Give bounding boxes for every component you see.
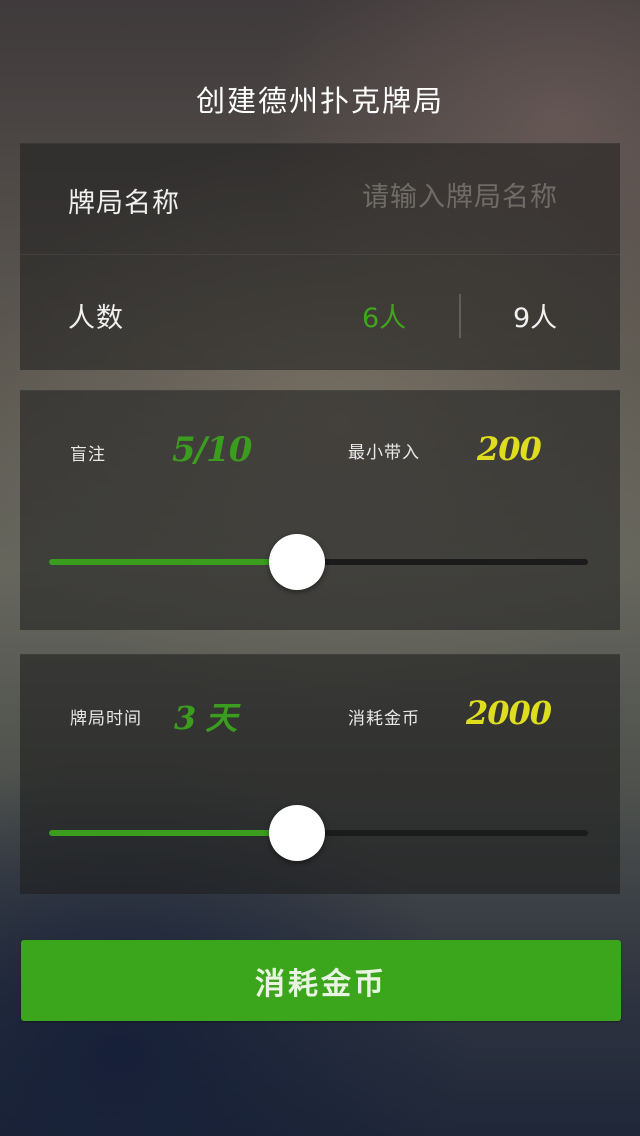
players-label: 人数 — [68, 303, 124, 334]
blind-slider[interactable] — [49, 534, 588, 590]
option-divider — [459, 294, 461, 338]
player-option-6[interactable]: 6人 — [362, 296, 406, 335]
table-name-input[interactable] — [298, 177, 558, 217]
blind-label: 盲注 — [70, 445, 106, 465]
blinds-panel: 盲注 5/10 最小带入 200 — [20, 390, 620, 630]
slider-thumb[interactable] — [268, 805, 325, 861]
duration-label: 牌局时间 — [70, 709, 142, 729]
row-divider — [20, 254, 620, 255]
slider-fill — [49, 559, 297, 565]
slider-fill — [49, 830, 297, 836]
min-buyin-label: 最小带入 — [348, 443, 420, 463]
table-settings-panel: 牌局名称 人数 6人 9人 — [20, 143, 620, 370]
duration-slider[interactable] — [49, 805, 588, 861]
cost-label: 消耗金币 — [348, 709, 420, 729]
blind-value: 5/10 — [172, 430, 252, 470]
cost-value: 2000 — [466, 694, 552, 732]
spend-coins-button[interactable]: 消耗金币 — [21, 940, 621, 1021]
min-buyin-value: 200 — [477, 430, 542, 468]
duration-panel: 牌局时间 3 天 消耗金币 2000 — [20, 654, 620, 894]
table-name-label: 牌局名称 — [68, 188, 180, 219]
duration-value: 3 天 — [174, 699, 237, 737]
slider-thumb[interactable] — [268, 534, 325, 590]
player-option-9[interactable]: 9人 — [513, 296, 557, 335]
page-title: 创建德州扑克牌局 — [195, 84, 444, 118]
